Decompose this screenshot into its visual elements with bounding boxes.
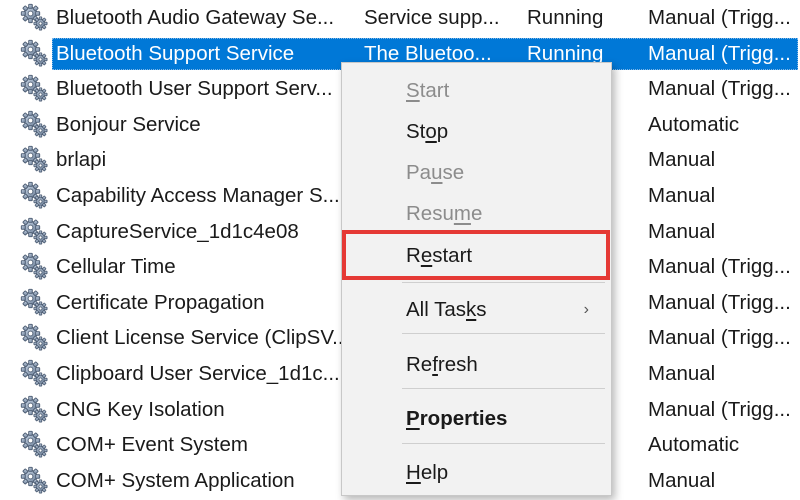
service-startup-type: Manual — [648, 468, 716, 492]
service-name: Bluetooth User Support Serv... — [56, 77, 333, 101]
service-status: Running — [527, 6, 604, 29]
service-startup-type: Manual (Trigg... — [648, 290, 791, 314]
service-row[interactable]: Bluetooth Audio Gateway Se... Service su… — [0, 1, 800, 35]
context-menu: Start Stop Pause Resume Restart All Task… — [341, 62, 612, 496]
gear-cog-icon — [20, 75, 48, 102]
gear-cog-icon — [20, 466, 48, 494]
menu-separator — [402, 443, 605, 444]
service-description: Service supp... — [364, 6, 500, 29]
service-name: COM+ System Application — [56, 468, 295, 492]
service-startup-type: Manual (Trigg... — [648, 41, 791, 65]
service-startup-type: Manual (Trigg... — [648, 77, 791, 101]
service-startup-type: Manual (Trigg... — [648, 6, 791, 29]
menu-item-resume[interactable]: Resume — [342, 196, 611, 232]
gear-cog-icon — [20, 110, 48, 138]
service-startup-type: Manual (Trigg... — [648, 397, 791, 421]
menu-item-start[interactable]: Start — [342, 73, 611, 109]
submenu-arrow-icon: › — [583, 301, 589, 318]
gear-cog-icon — [20, 39, 48, 67]
gear-cog-icon — [20, 324, 48, 351]
service-name: Clipboard User Service_1d1c... — [56, 362, 340, 385]
service-startup-type: Manual (Trigg... — [648, 326, 791, 350]
service-name: Bonjour Service — [56, 112, 201, 136]
service-name: CaptureService_1d1c4e08 — [56, 219, 299, 243]
gear-cog-icon — [20, 146, 48, 173]
service-startup-type: Manual — [648, 362, 716, 385]
gear-cog-icon — [20, 217, 48, 245]
service-startup-type: Automatic — [648, 433, 740, 457]
service-startup-type: Manual — [648, 148, 716, 172]
menu-separator — [402, 333, 605, 334]
service-name: Cellular Time — [56, 255, 176, 279]
service-name: Bluetooth Support Service — [56, 41, 295, 65]
menu-item-all-tasks[interactable]: All Tasks › — [342, 292, 611, 328]
service-name: Capability Access Manager S... — [56, 184, 340, 207]
menu-item-stop[interactable]: Stop — [342, 114, 611, 150]
gear-cog-icon — [20, 359, 48, 387]
service-name: Bluetooth Audio Gateway Se... — [56, 6, 335, 29]
menu-item-help[interactable]: Help — [342, 455, 611, 491]
gear-cog-icon — [20, 395, 48, 423]
service-startup-type: Manual — [648, 219, 716, 243]
menu-item-refresh[interactable]: Refresh — [342, 347, 611, 383]
menu-separator — [402, 388, 605, 389]
gear-cog-icon — [20, 253, 48, 280]
gear-cog-icon — [20, 431, 48, 458]
service-name: Client License Service (ClipSV... — [56, 326, 346, 350]
menu-item-pause[interactable]: Pause — [342, 155, 611, 191]
service-startup-type: Automatic — [648, 112, 740, 136]
service-name: Certificate Propagation — [56, 290, 265, 314]
menu-separator — [402, 282, 605, 283]
service-name: CNG Key Isolation — [56, 397, 225, 421]
gear-cog-icon — [20, 181, 48, 209]
service-name: COM+ Event System — [56, 433, 248, 457]
service-name: brlapi — [56, 148, 107, 172]
menu-item-restart[interactable]: Restart — [342, 238, 611, 274]
menu-item-properties[interactable]: Properties — [342, 401, 611, 437]
gear-cog-icon — [20, 3, 48, 31]
service-startup-type: Manual (Trigg... — [648, 255, 791, 279]
service-startup-type: Manual — [648, 184, 716, 207]
gear-cog-icon — [20, 288, 48, 316]
